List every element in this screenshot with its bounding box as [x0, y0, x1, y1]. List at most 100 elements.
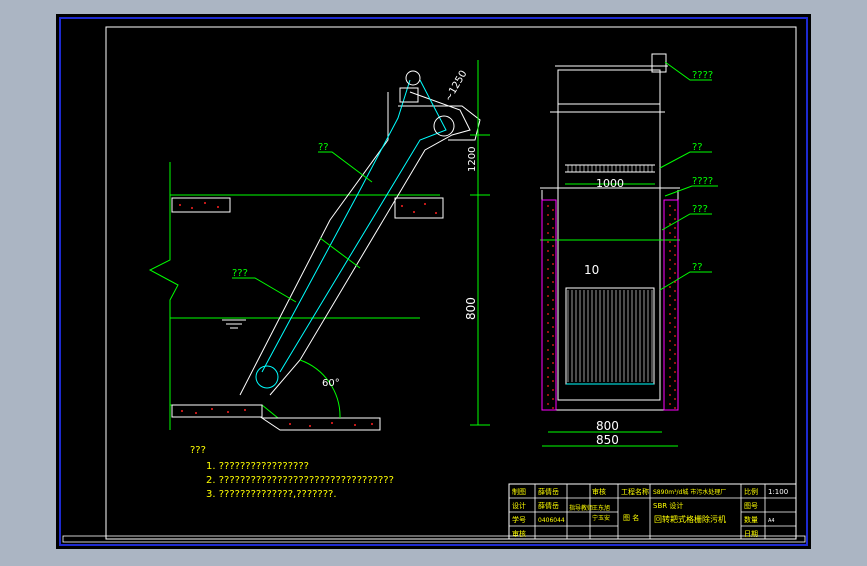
hatch-dot [669, 214, 671, 216]
tb-r2c4: 王东旭 [592, 504, 610, 512]
hatch-dot [552, 389, 554, 391]
tb-r3c2: 0406044 [538, 517, 565, 524]
callout-right-5: ?? [692, 262, 703, 273]
hatch-dot [674, 245, 676, 247]
hatch-dot [669, 394, 671, 396]
hatch-dot [552, 371, 554, 373]
hatch-dot [552, 353, 554, 355]
tb-r3c7: 数量 [744, 515, 758, 524]
hatch-dot [669, 205, 671, 207]
hatch-dot [669, 340, 671, 342]
hatch-dot [547, 376, 549, 378]
hatch-dot [547, 331, 549, 333]
hatch-dot [674, 398, 676, 400]
tb-r2c6: 图号 [744, 502, 758, 510]
hatch-dot [552, 236, 554, 238]
tb-r3c1: 学号 [512, 515, 526, 524]
tb-r1c4: 工程名称 [621, 487, 649, 496]
note-line-1: 1. ????????????????? [206, 461, 309, 472]
tb-r2c3: 指导教师 [569, 504, 593, 512]
tb-r1c7: 1:100 [768, 488, 788, 496]
hatch-dot [669, 367, 671, 369]
hatch-dot [547, 394, 549, 396]
cad-drawing: ?? ??? ~1250 1200 800 60° ???? ?? ???? ?… [56, 14, 811, 549]
hatch-dot [552, 299, 554, 301]
dim-10: 10 [584, 263, 599, 277]
hatch-dot [674, 344, 676, 346]
hatch-dot [669, 313, 671, 315]
hatch-dot [674, 308, 676, 310]
hatch-dot [674, 362, 676, 364]
hatch-dot [552, 209, 554, 211]
hatch-dot [552, 362, 554, 364]
hatch-dot [552, 254, 554, 256]
hatch-dot [547, 367, 549, 369]
hatch-dot [674, 209, 676, 211]
hatch-dot [547, 223, 549, 225]
callout-right-4: ??? [692, 204, 708, 215]
tb-r1c3: 审核 [592, 487, 606, 496]
tb-r1c2: 薛倩岳 [538, 487, 559, 496]
hatch-dot [547, 304, 549, 306]
tb-r3c6: 回转耙式格栅除污机 [654, 514, 726, 524]
hatch-dot [674, 371, 676, 373]
hatch-dot [547, 277, 549, 279]
drawing-paper [56, 14, 811, 549]
hatch-dot [547, 259, 549, 261]
hatch-dot [674, 317, 676, 319]
dim-1000: 1000 [596, 177, 624, 190]
hatch-dot [669, 241, 671, 243]
tb-r1c1: 制图 [512, 487, 526, 496]
note-line-3: 3. ??????????????,???????. [206, 489, 337, 500]
hatch-dot [547, 268, 549, 270]
hatch-dot [552, 281, 554, 283]
hatch-dot [552, 245, 554, 247]
hatch-dot [552, 263, 554, 265]
hatch-dot [547, 214, 549, 216]
hatch-dot [547, 250, 549, 252]
hatch-dot [674, 299, 676, 301]
note-line-2: 2. ????????????????????????????????? [206, 475, 394, 486]
hatch-dot [669, 232, 671, 234]
hatch-dot [669, 376, 671, 378]
tb-r1c6: 比例 [744, 487, 758, 496]
hatch-dot [674, 389, 676, 391]
hatch-dot [552, 218, 554, 220]
tb-r2c2: 薛倩岳 [538, 501, 559, 510]
tb-r3c5: 图 名 [623, 513, 639, 522]
hatch-dot [547, 205, 549, 207]
tb-r2c5: SBR 设计 [653, 501, 683, 510]
hatch-dot [669, 268, 671, 270]
hatch-dot [552, 326, 554, 328]
hatch-dot [674, 272, 676, 274]
hatch-dot [547, 349, 549, 351]
callout-right-1: ???? [692, 70, 713, 81]
hatch-dot [669, 295, 671, 297]
hatch-dot [552, 308, 554, 310]
hatch-dot [552, 335, 554, 337]
hatch-dot [674, 326, 676, 328]
cad-viewport: ?? ??? ~1250 1200 800 60° ???? ?? ???? ?… [0, 0, 867, 562]
hatch-dot [674, 236, 676, 238]
hatch-dot [669, 250, 671, 252]
angle-label: 60° [322, 378, 340, 389]
hatch-dot [552, 398, 554, 400]
hatch-dot [669, 385, 671, 387]
hatch-dot [547, 340, 549, 342]
dim-800-vertical: 800 [464, 297, 478, 320]
hatch-dot [552, 290, 554, 292]
hatch-dot [547, 358, 549, 360]
hatch-dot [547, 403, 549, 405]
hatch-dot [674, 407, 676, 409]
callout-left-top: ?? [318, 142, 329, 153]
hatch-dot [669, 322, 671, 324]
hatch-dot [669, 223, 671, 225]
hatch-dot [669, 403, 671, 405]
hatch-dot [674, 353, 676, 355]
hatch-dot [547, 295, 549, 297]
hatch-dot [547, 322, 549, 324]
callout-right-2: ?? [692, 142, 703, 153]
tb-r4c1: 审核 [512, 529, 526, 538]
hatch-dot [669, 358, 671, 360]
hatch-dot [669, 259, 671, 261]
